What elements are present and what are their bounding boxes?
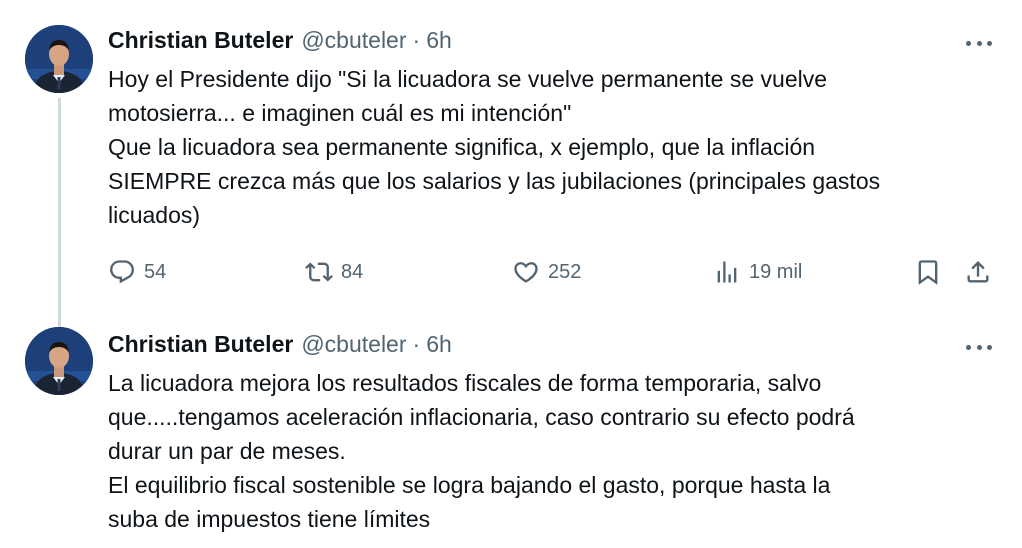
author-handle[interactable]: @cbuteler xyxy=(301,27,406,54)
tweet-header: Christian Buteler @cbuteler · 6h xyxy=(108,24,452,56)
speech-bubble-icon xyxy=(110,260,134,284)
separator-dot: · xyxy=(412,26,421,53)
tweet-text-line: durar un par de meses. xyxy=(108,438,346,464)
tweet-text: La licuadora mejora los resultados fisca… xyxy=(108,366,1008,536)
like-count: 252 xyxy=(548,260,582,283)
share-button[interactable] xyxy=(964,254,992,290)
share-upload-icon xyxy=(967,261,989,283)
tweet-text-line: licuados) xyxy=(108,202,201,228)
tweet-1[interactable]: Christian Buteler @cbuteler · 6h Hoy el … xyxy=(0,0,1022,328)
bookmark-button[interactable] xyxy=(914,254,942,290)
thread-line xyxy=(58,98,61,328)
bar-chart-icon xyxy=(717,261,737,283)
tweet-text-line: Que la licuadora sea permanente signific… xyxy=(108,134,816,160)
retweet-button[interactable]: 84 xyxy=(305,254,363,290)
avatar[interactable] xyxy=(25,327,93,395)
tweet-text-line: que.....tengamos aceleración inflacionar… xyxy=(108,404,855,430)
avatar-image xyxy=(25,25,93,93)
tweet-text-line: Hoy el Presidente dijo "Si la licuadora … xyxy=(108,66,828,92)
reply-button[interactable]: 54 xyxy=(108,254,166,290)
more-dots-icon[interactable] xyxy=(966,342,992,352)
author-handle[interactable]: @cbuteler xyxy=(301,331,406,358)
tweet-actions: 54 84 252 19 mil xyxy=(108,254,998,290)
views-count: 19 mil xyxy=(749,260,803,283)
heart-icon xyxy=(514,262,538,283)
retweet-count: 84 xyxy=(341,260,364,283)
avatar-image xyxy=(25,327,93,395)
tweet-text: Hoy el Presidente dijo "Si la licuadora … xyxy=(108,62,1008,232)
like-button[interactable]: 252 xyxy=(512,254,581,290)
author-name[interactable]: Christian Buteler xyxy=(108,331,293,358)
reply-count: 54 xyxy=(144,260,167,283)
tweet-text-line: suba de impuestos tiene límites xyxy=(108,506,431,532)
tweet-2[interactable]: Christian Buteler @cbuteler · 6h La licu… xyxy=(0,322,1022,548)
retweet-icon xyxy=(305,262,333,282)
avatar[interactable] xyxy=(25,25,93,93)
bookmark-icon xyxy=(918,260,938,285)
tweet-text-line: La licuadora mejora los resultados fisca… xyxy=(108,370,822,396)
tweet-text-line: motosierra... e imaginen cuál es mi inte… xyxy=(108,100,572,126)
separator-dot: · xyxy=(412,330,421,357)
tweet-text-line: SIEMPRE crezca más que los salarios y la… xyxy=(108,168,881,194)
author-name[interactable]: Christian Buteler xyxy=(108,27,293,54)
views-button[interactable]: 19 mil xyxy=(713,254,802,290)
tweet-timestamp[interactable]: 6h xyxy=(426,331,452,358)
more-dots-icon[interactable] xyxy=(966,38,992,48)
tweet-timestamp[interactable]: 6h xyxy=(426,27,452,54)
tweet-header: Christian Buteler @cbuteler · 6h xyxy=(108,328,452,360)
tweet-text-line: El equilibrio fiscal sostenible se logra… xyxy=(108,472,831,498)
